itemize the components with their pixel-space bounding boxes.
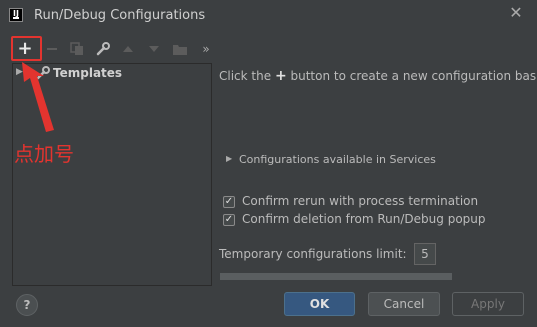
move-down-icon[interactable] <box>145 40 163 58</box>
annotation-arrow <box>22 62 54 132</box>
ok-button[interactable]: OK <box>284 292 355 316</box>
intellij-app-icon: IJ <box>9 8 23 22</box>
hint-prefix: Click the <box>219 69 272 83</box>
help-button[interactable]: ? <box>16 294 38 316</box>
temp-limit-input[interactable]: 5 <box>414 243 436 265</box>
hint-suffix: button to create a new configuration bas <box>290 69 537 83</box>
horizontal-scrollbar[interactable] <box>220 273 452 280</box>
services-section-label[interactable]: Configurations available in Services <box>239 153 436 166</box>
copy-icon[interactable] <box>68 40 86 58</box>
confirm-deletion-label[interactable]: Confirm deletion from Run/Debug popup <box>242 212 486 226</box>
temp-limit-label: Temporary configurations limit: <box>219 247 407 261</box>
hint-plus-icon: + <box>274 68 287 84</box>
more-icon[interactable]: » <box>197 40 215 58</box>
confirm-deletion-checkbox[interactable]: ✓ <box>223 214 235 226</box>
remove-icon[interactable] <box>43 40 61 58</box>
annotation-text: 点加号 <box>14 142 74 166</box>
cancel-button[interactable]: Cancel <box>368 292 440 316</box>
close-icon[interactable]: ✕ <box>508 5 524 21</box>
confirm-rerun-label[interactable]: Confirm rerun with process termination <box>242 194 478 208</box>
confirm-rerun-checkbox[interactable]: ✓ <box>223 196 235 208</box>
services-expand-icon[interactable]: ▶ <box>226 154 232 163</box>
window-title: Run/Debug Configurations <box>34 8 206 23</box>
folder-icon[interactable] <box>171 40 189 58</box>
apply-button[interactable]: Apply <box>452 292 524 316</box>
wrench-icon[interactable] <box>94 40 112 58</box>
hint-text: Click the + button to create a new confi… <box>219 68 536 84</box>
tree-item-templates[interactable]: Templates <box>53 66 122 80</box>
move-up-icon[interactable] <box>119 40 137 58</box>
